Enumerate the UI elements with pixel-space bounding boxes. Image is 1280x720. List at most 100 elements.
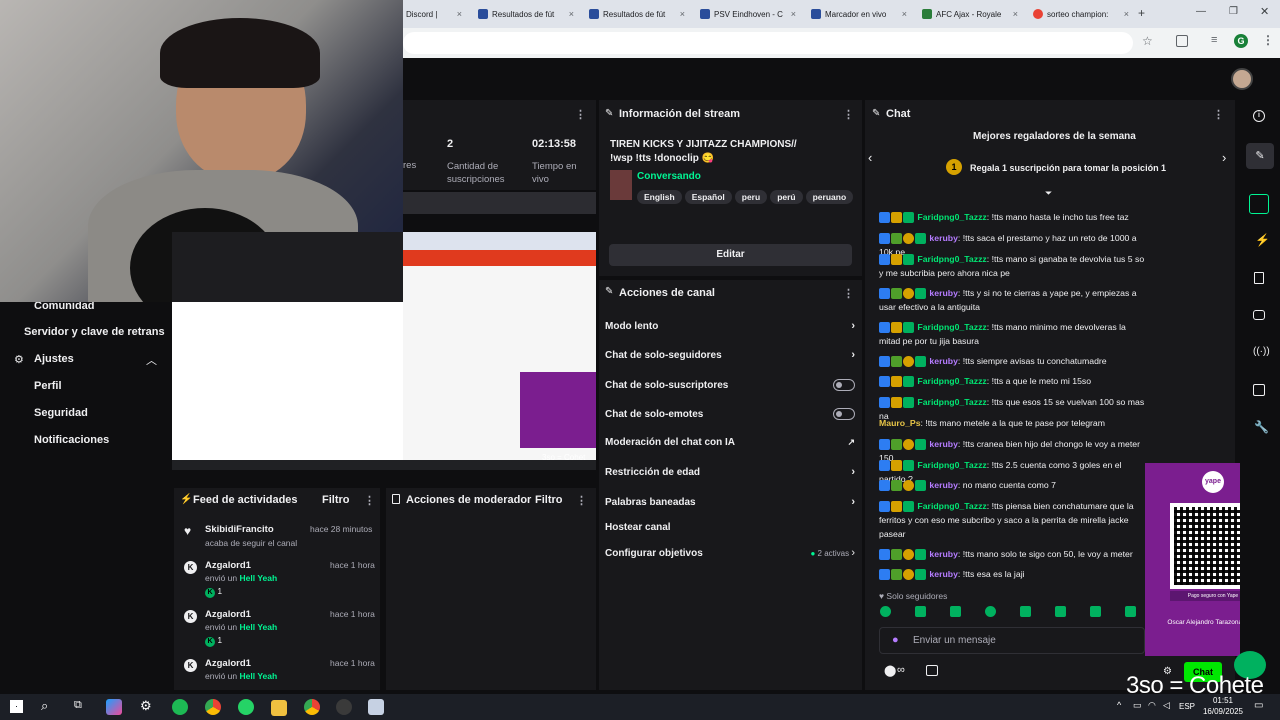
emote-icon[interactable]	[1125, 606, 1136, 617]
obs-icon[interactable]	[336, 699, 352, 715]
feed-user[interactable]: Azgalord1	[205, 609, 251, 620]
tag-pill[interactable]: English	[637, 190, 682, 204]
emote-icon[interactable]	[1020, 606, 1031, 617]
close-icon[interactable]: ×	[902, 9, 907, 19]
infinity-icon[interactable]: ∞	[897, 664, 905, 676]
more-options-icon[interactable]: ⋮	[575, 108, 586, 121]
chevron-up-icon[interactable]: ︿	[146, 352, 157, 368]
emote-icon[interactable]	[1090, 606, 1101, 617]
chat-bubble-icon[interactable]	[1253, 310, 1265, 320]
layout-icon[interactable]	[1253, 384, 1265, 396]
emote-icon[interactable]	[1055, 606, 1066, 617]
extensions-icon[interactable]	[1176, 35, 1188, 47]
file-explorer-icon[interactable]	[271, 700, 287, 716]
maximize-icon[interactable]: ❐	[1229, 6, 1238, 17]
action-goals[interactable]: Configurar objetivos ● 2 activas ›	[605, 547, 855, 559]
chat-username[interactable]: keruby	[929, 439, 958, 449]
more-options-icon[interactable]: ⋮	[576, 494, 587, 507]
tag-pill[interactable]: Español	[684, 190, 732, 204]
more-options-icon[interactable]: ⋮	[843, 287, 854, 300]
bookmark-star-icon[interactable]: ☆	[1142, 34, 1153, 48]
browser-tab[interactable]: Marcador en vivo ×	[805, 4, 913, 24]
feed-user[interactable]: SkibidiFrancito	[205, 524, 274, 535]
close-icon[interactable]: ×	[791, 9, 796, 19]
chat-username[interactable]: keruby	[929, 480, 958, 490]
edit-layout-icon[interactable]: ✎	[1246, 143, 1274, 169]
chat-settings-icon[interactable]: ⬤	[884, 664, 896, 677]
more-options-icon[interactable]: ⋮	[1213, 108, 1224, 121]
chat-username[interactable]: Faridpng0_Tazzz	[917, 322, 986, 332]
search-icon[interactable]: ⌕	[41, 698, 48, 714]
browser-tab[interactable]: sorteo champion: ×	[1027, 4, 1135, 24]
profile-avatar[interactable]: G	[1234, 34, 1248, 48]
tag-pill[interactable]: perú	[770, 190, 803, 204]
notifications-icon[interactable]: ▭	[1254, 700, 1263, 711]
chat-input[interactable]: ● Enviar un mensaje	[879, 627, 1145, 654]
chat-username[interactable]: Faridpng0_Tazzz	[917, 460, 986, 470]
edit-button[interactable]: Editar	[609, 244, 852, 266]
wrench-icon[interactable]: 🔧	[1254, 420, 1269, 434]
chevron-left-icon[interactable]: ‹	[868, 150, 872, 165]
browser-tab[interactable]: PSV Eindhoven - C ×	[694, 4, 802, 24]
emote-icon[interactable]	[985, 606, 996, 617]
tray-chevron-icon[interactable]: ^	[1117, 700, 1121, 710]
clock-date[interactable]: 16/09/2025	[1201, 707, 1245, 716]
gift-icon[interactable]	[926, 665, 938, 676]
spotify-icon[interactable]	[172, 699, 188, 715]
action-host-channel[interactable]: Hostear canal	[605, 522, 855, 533]
new-tab-button[interactable]: +	[1138, 6, 1145, 20]
category-link[interactable]: Conversando	[637, 171, 701, 182]
window-close-icon[interactable]: ✕	[1260, 5, 1269, 18]
language-indicator[interactable]: ESP	[1179, 702, 1195, 711]
chat-username[interactable]: Mauro_Ps	[879, 418, 921, 428]
more-options-icon[interactable]: ⋮	[364, 494, 375, 507]
clip-icon[interactable]	[1249, 194, 1269, 214]
chat-username[interactable]: keruby	[929, 569, 958, 579]
mod-filter-button[interactable]: Filtro	[535, 494, 563, 506]
volume-icon[interactable]: ◁	[1163, 700, 1170, 711]
tag-pill[interactable]: peruano	[805, 190, 854, 204]
chat-username[interactable]: Faridpng0_Tazzz	[917, 397, 986, 407]
emotes-only-toggle[interactable]	[833, 408, 855, 420]
info-icon[interactable]: i	[1253, 110, 1265, 122]
chat-username[interactable]: Faridpng0_Tazzz	[917, 376, 986, 386]
close-icon[interactable]: ×	[457, 9, 462, 19]
tag-pill[interactable]: peru	[734, 190, 768, 204]
lightning-icon[interactable]: ⚡	[1255, 233, 1270, 247]
whatsapp-taskbar-icon[interactable]	[238, 699, 254, 715]
wifi-icon[interactable]: ◠	[1148, 700, 1156, 711]
chat-username[interactable]: keruby	[929, 288, 958, 298]
chevron-right-icon[interactable]: ›	[1222, 150, 1226, 165]
chat-username[interactable]: Faridpng0_Tazzz	[917, 212, 986, 222]
feed-user[interactable]: Azgalord1	[205, 658, 251, 669]
sidebar-item-server-key[interactable]: Servidor y clave de retrans	[24, 326, 165, 338]
chat-username[interactable]: keruby	[929, 549, 958, 559]
app-icon[interactable]	[368, 699, 384, 715]
action-age-restriction[interactable]: Restricción de edad ›	[605, 466, 855, 478]
clock-time[interactable]: 01:51	[1205, 696, 1241, 705]
chat-username[interactable]: Faridpng0_Tazzz	[917, 501, 986, 511]
browser-menu-icon[interactable]: ⋮	[1262, 33, 1274, 47]
chrome-icon[interactable]	[205, 699, 221, 715]
close-icon[interactable]: ×	[569, 9, 574, 19]
network-icon[interactable]: ▭	[1133, 700, 1142, 711]
browser-tab[interactable]: Resultados de fút ×	[583, 4, 691, 24]
close-icon[interactable]: ×	[1013, 9, 1018, 19]
copilot-icon[interactable]	[106, 699, 122, 715]
sidebar-item-perfil[interactable]: Perfil	[34, 380, 62, 392]
broadcast-icon[interactable]: ((·))	[1253, 346, 1270, 357]
expand-down-icon[interactable]: ⏷	[1045, 188, 1052, 199]
sidebar-item-notificaciones[interactable]: Notificaciones	[34, 434, 109, 446]
action-followers-only[interactable]: Chat de solo-seguidores ›	[605, 349, 855, 361]
feed-filter-button[interactable]: Filtro	[322, 494, 350, 506]
settings-icon[interactable]: ⚙	[140, 698, 152, 714]
sidebar-item-ajustes[interactable]: Ajustes	[34, 353, 74, 365]
sidebar-item-seguridad[interactable]: Seguridad	[34, 407, 88, 419]
user-avatar[interactable]	[1231, 68, 1253, 90]
close-icon[interactable]: ×	[1124, 9, 1129, 19]
feed-user[interactable]: Azgalord1	[205, 560, 251, 571]
emote-icon[interactable]	[950, 606, 961, 617]
document-icon[interactable]	[1254, 272, 1264, 284]
address-bar[interactable]	[403, 32, 1133, 54]
chat-username[interactable]: keruby	[929, 233, 958, 243]
